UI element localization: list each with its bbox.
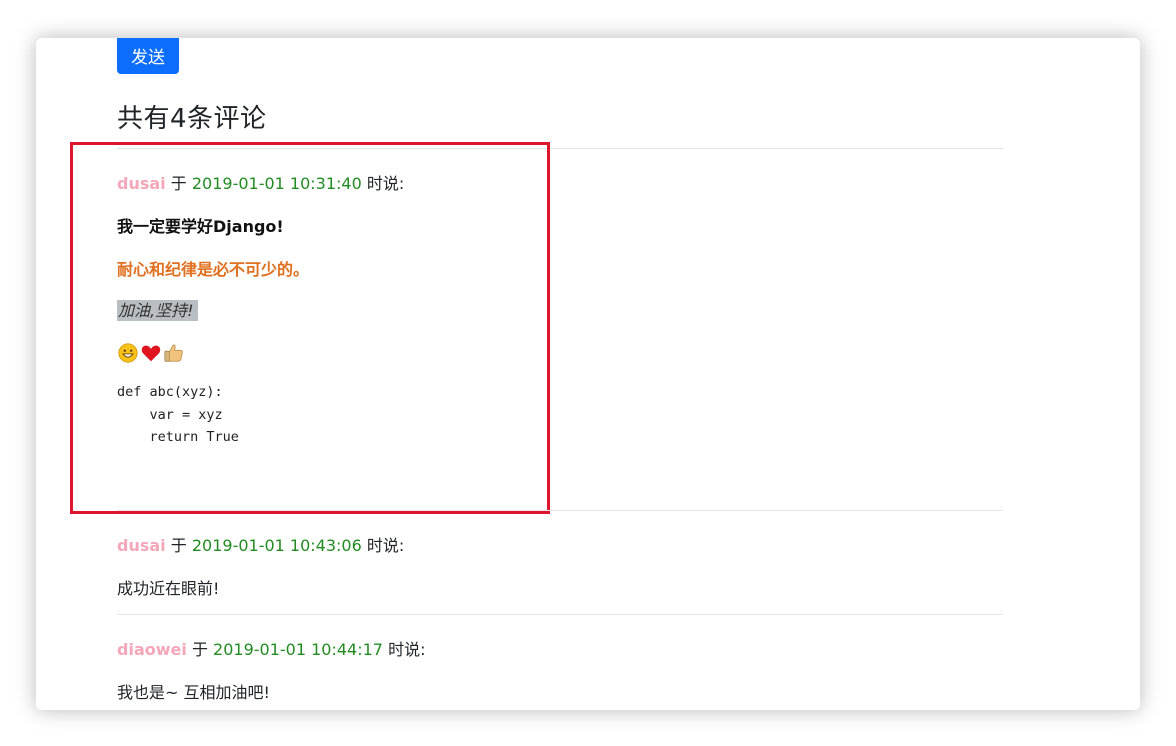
comment-text: 我也是~ 互相加油吧!	[117, 683, 270, 702]
comment-timestamp: 2019-01-01 10:43:06	[191, 536, 362, 555]
emoji-row	[117, 342, 185, 364]
comment-bold-line: 我一定要学好Django!	[117, 217, 284, 236]
comment-header: diaowei 于 2019-01-01 10:44:17 时说:	[117, 636, 425, 660]
comment-highlight-row: 加油,坚持!	[117, 297, 198, 321]
comment-said: 时说:	[366, 536, 405, 555]
divider	[117, 510, 1003, 511]
thumbs-up-icon	[164, 344, 183, 362]
comment-timestamp: 2019-01-01 10:31:40	[191, 174, 362, 193]
comment-said: 时说:	[366, 174, 405, 193]
comment-connector: 于	[170, 536, 187, 555]
comments-title: 共有4条评论	[117, 104, 267, 134]
comment-orange-line: 耐心和纪律是必不可少的。	[117, 260, 310, 279]
divider	[117, 148, 1003, 149]
divider	[117, 614, 1003, 615]
comment-username[interactable]: dusai	[117, 174, 166, 193]
comment-code-block: def abc(xyz): var = xyz return True	[117, 384, 239, 445]
comment-page: 发送 共有4条评论 dusai 于 2019-01-01 10:31:40 时说…	[36, 38, 1140, 710]
send-button[interactable]: 发送	[117, 38, 179, 74]
comment-username[interactable]: diaowei	[117, 640, 187, 659]
comment-text: 成功近在眼前!	[117, 579, 220, 598]
red-heart-icon	[141, 345, 161, 362]
comment-header: dusai 于 2019-01-01 10:43:06 时说:	[117, 532, 404, 556]
comment-connector: 于	[170, 174, 187, 193]
comment-said: 时说:	[388, 640, 426, 659]
comment-connector: 于	[191, 640, 208, 659]
comment-timestamp: 2019-01-01 10:44:17	[213, 640, 383, 659]
comment-header: dusai 于 2019-01-01 10:31:40 时说:	[117, 170, 404, 194]
grinning-face-icon	[118, 343, 138, 363]
comment-username[interactable]: dusai	[117, 536, 166, 555]
annotation-highlight-box	[70, 142, 550, 514]
comment-highlighted-text: 加油,坚持!	[117, 300, 198, 321]
